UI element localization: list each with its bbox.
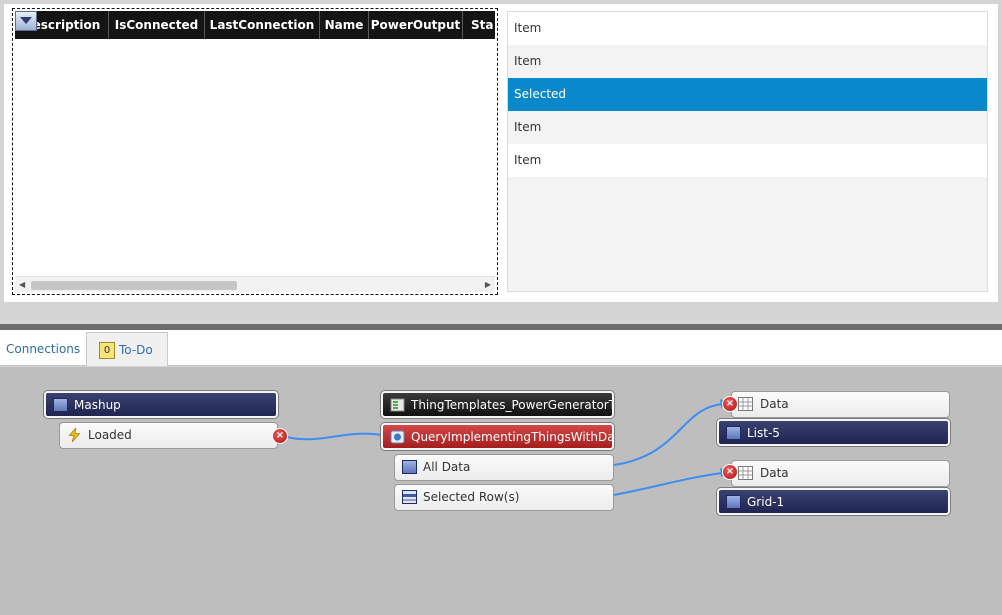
list-item[interactable]: Item	[508, 144, 987, 177]
wire-selectedrows-to-grid	[613, 472, 723, 496]
query-service-label: QueryImplementingThingsWithData	[411, 430, 614, 444]
list-5-label: List-5	[747, 426, 780, 440]
list-item[interactable]: Item	[508, 45, 987, 78]
loaded-event-node[interactable]: Loaded	[59, 422, 278, 449]
data-table-icon	[402, 460, 417, 474]
lightning-icon	[68, 428, 81, 442]
grid-column-menu-button[interactable]	[15, 11, 37, 31]
grid-header: Description IsConnected LastConnection Name…	[15, 11, 495, 39]
all-data-label: All Data	[423, 460, 471, 474]
selected-rows-icon	[402, 490, 417, 504]
thing-template-node[interactable]: ThingTemplates_PowerGeneratorTe...	[381, 391, 614, 418]
grid-1-widget-node[interactable]: Grid-1	[717, 488, 950, 515]
grid-widget-icon	[726, 495, 741, 509]
tab-todo-label: To-Do	[119, 343, 153, 357]
selected-rows-label: Selected Row(s)	[423, 490, 520, 504]
list-item[interactable]: Item	[508, 111, 987, 144]
wire-alldata-to-list	[613, 403, 723, 466]
grid-table-icon	[738, 397, 753, 411]
loaded-label: Loaded	[88, 428, 132, 442]
list-data-label: Data	[760, 397, 789, 411]
todo-count-badge: 0	[99, 342, 115, 359]
error-x-icon[interactable]: ×	[722, 464, 738, 480]
grid-data-input-node[interactable]: Data	[731, 460, 950, 487]
list-item-selected[interactable]: Selected	[508, 78, 987, 111]
all-data-output-node[interactable]: All Data	[394, 454, 614, 481]
grid-col-isconnected[interactable]: IsConnected	[109, 11, 205, 39]
error-x-icon[interactable]: ×	[272, 428, 288, 444]
selected-rows-output-node[interactable]: Selected Row(s)	[394, 484, 614, 511]
list-widget-icon	[726, 426, 741, 440]
tab-bar: Connections 0 To-Do	[0, 330, 1002, 366]
grid-col-status[interactable]: Sta	[463, 11, 495, 39]
tab-connections[interactable]: Connections	[0, 332, 86, 366]
mashup-label: Mashup	[74, 398, 121, 412]
list-item[interactable]: Item	[508, 12, 987, 45]
mashup-icon	[53, 398, 68, 412]
wire-loaded-to-query	[286, 432, 383, 441]
scroll-right-arrow-icon[interactable]: ▶	[485, 280, 491, 289]
mashup-node[interactable]: Mashup	[44, 391, 278, 418]
service-icon	[390, 430, 405, 444]
tab-todo[interactable]: 0 To-Do	[86, 332, 168, 366]
error-x-icon[interactable]: ×	[722, 396, 738, 412]
grid-col-poweroutput[interactable]: PowerOutput	[369, 11, 463, 39]
grid-data-label: Data	[760, 466, 789, 480]
grid-widget[interactable]: Description IsConnected LastConnection Name…	[12, 8, 498, 295]
scrollbar-thumb[interactable]	[31, 281, 237, 290]
connections-panel: Mashup Loaded × ThingTemplates_PowerGene…	[0, 367, 1002, 615]
thing-template-label: ThingTemplates_PowerGeneratorTe...	[411, 398, 614, 412]
grid-horizontal-scrollbar[interactable]: ◀ ▶	[15, 276, 495, 292]
list-5-widget-node[interactable]: List-5	[717, 419, 950, 446]
scroll-left-arrow-icon[interactable]: ◀	[19, 280, 25, 289]
chevron-down-icon	[20, 17, 32, 24]
grid-body: Description IsConnected LastConnection Name…	[15, 11, 495, 292]
design-canvas: Description IsConnected LastConnection Name…	[4, 4, 998, 302]
grid-table-icon	[738, 466, 753, 480]
list-widget[interactable]: Item Item Selected Item Item	[507, 11, 988, 292]
grid-1-label: Grid-1	[747, 495, 785, 509]
query-service-node[interactable]: QueryImplementingThingsWithData	[381, 423, 614, 450]
list-data-input-node[interactable]: Data	[731, 391, 950, 418]
thing-template-icon	[390, 398, 405, 412]
grid-col-lastconnection[interactable]: LastConnection	[205, 11, 320, 39]
grid-col-name[interactable]: Name	[320, 11, 369, 39]
